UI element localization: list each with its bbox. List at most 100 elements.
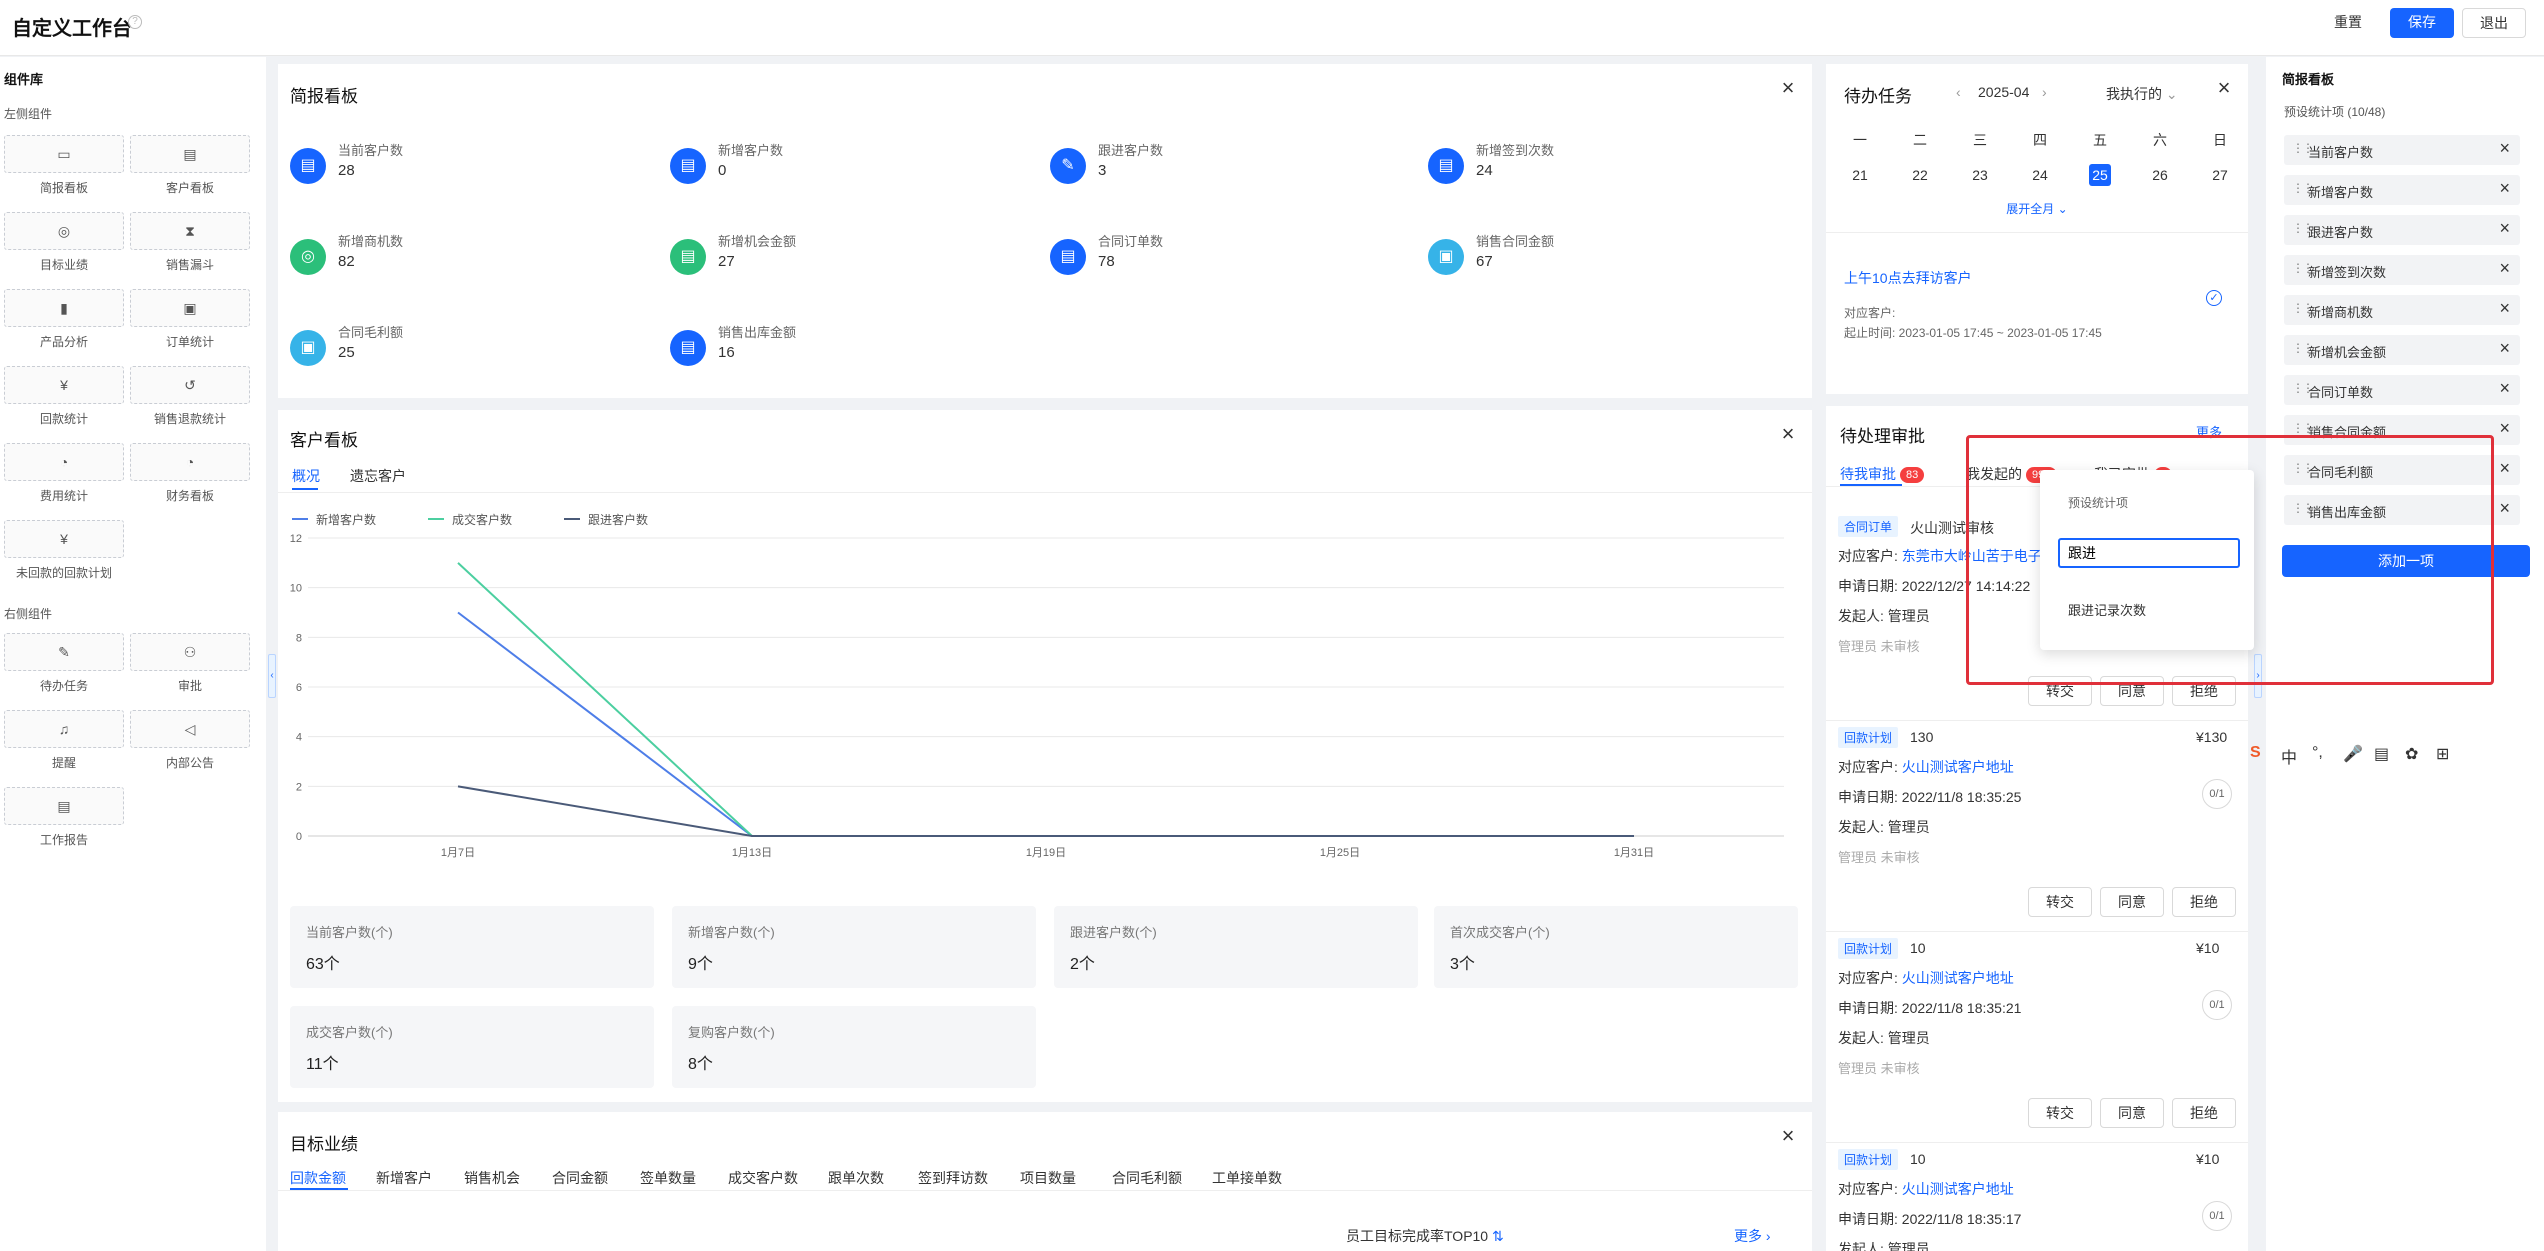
calendar-day[interactable]: 25 — [2089, 164, 2111, 186]
target-tab[interactable]: 回款金额 — [290, 1168, 346, 1188]
library-item[interactable]: ▣ — [130, 289, 250, 327]
close-icon[interactable]: × — [2499, 338, 2510, 359]
series-line[interactable] — [457, 562, 1634, 837]
agree-button[interactable]: 同意 — [2100, 1098, 2164, 1128]
transfer-button[interactable]: 转交 — [2028, 1098, 2092, 1128]
ime-button[interactable]: 🎤 — [2343, 744, 2363, 764]
tab-forgotten-customers[interactable]: 遗忘客户 — [350, 466, 406, 486]
library-item[interactable]: ▤ — [4, 787, 124, 825]
close-icon[interactable]: × — [2499, 258, 2510, 279]
target-tab[interactable]: 销售机会 — [464, 1168, 520, 1188]
ime-button[interactable]: °, — [2312, 744, 2323, 762]
target-tab[interactable]: 签到拜访数 — [918, 1168, 988, 1188]
question-circle-icon[interactable]: ? — [128, 15, 142, 29]
save-button[interactable]: 保存 — [2390, 8, 2454, 38]
reject-button[interactable]: 拒绝 — [2172, 1098, 2236, 1128]
tab-overview[interactable]: 概况 — [292, 466, 320, 486]
next-month-icon[interactable]: › — [2042, 84, 2047, 100]
library-item[interactable]: ◎ — [4, 212, 124, 250]
library-item[interactable]: ¥ — [4, 520, 124, 558]
stat-card[interactable]: ▤ 销售出库金额 16 — [670, 322, 1030, 382]
legend-label[interactable]: 新增客户数 — [316, 511, 376, 528]
calendar-day[interactable]: 21 — [1849, 164, 1871, 186]
close-icon[interactable]: × — [2499, 498, 2510, 519]
calendar-day[interactable]: 26 — [2149, 164, 2171, 186]
filter-select[interactable]: 我执行的 ⌄ — [2106, 84, 2178, 104]
library-item[interactable]: ◔ — [130, 443, 250, 481]
calendar-day[interactable]: 23 — [1969, 164, 1991, 186]
series-line[interactable] — [457, 785, 1634, 837]
config-item[interactable]: ⋮⋮ 新增机会金额 × — [2284, 335, 2520, 365]
collapse-left-handle[interactable]: ‹ — [268, 654, 276, 698]
library-item[interactable]: ♫ — [4, 710, 124, 748]
approval-tab[interactable]: 待我审批 83 — [1840, 464, 1925, 484]
config-item[interactable]: ⋮⋮ 新增商机数 × — [2284, 295, 2520, 325]
close-icon[interactable]: × — [2499, 458, 2510, 479]
config-item[interactable]: ⋮⋮ 当前客户数 × — [2284, 135, 2520, 165]
stat-card[interactable]: ◎ 新增商机数 82 — [290, 231, 650, 291]
close-icon[interactable]: × — [2499, 178, 2510, 199]
expand-month-link[interactable]: 展开全月 ⌄ — [1826, 200, 2248, 217]
close-icon[interactable]: × — [2499, 418, 2510, 439]
ime-button[interactable]: ⊞ — [2436, 744, 2449, 764]
agree-button[interactable]: 同意 — [2100, 887, 2164, 917]
stat-card[interactable]: ▤ 合同订单数 78 — [1050, 231, 1410, 291]
library-item[interactable]: ◁ — [130, 710, 250, 748]
reject-button[interactable]: 拒绝 — [2172, 887, 2236, 917]
legend-label[interactable]: 跟进客户数 — [588, 511, 648, 528]
close-icon[interactable]: × — [2499, 138, 2510, 159]
close-icon[interactable]: × — [1778, 423, 1798, 445]
task-title[interactable]: 上午10点去拜访客户 — [1844, 268, 1972, 288]
stat-card[interactable]: ▤ 新增客户数 0 — [670, 140, 1030, 200]
library-item[interactable]: ▮ — [4, 289, 124, 327]
library-item[interactable]: ¥ — [4, 366, 124, 404]
customer-link[interactable]: 火山测试客户地址 — [1902, 1181, 2014, 1197]
transfer-button[interactable]: 转交 — [2028, 887, 2092, 917]
library-item[interactable]: ↺ — [130, 366, 250, 404]
prev-month-icon[interactable]: ‹ — [1956, 84, 1961, 100]
sort-icon[interactable]: ⇅ — [1488, 1228, 1504, 1244]
stat-card[interactable]: ✎ 跟进客户数 3 — [1050, 140, 1410, 200]
target-tab[interactable]: 签单数量 — [640, 1168, 696, 1188]
target-tab[interactable]: 项目数量 — [1020, 1168, 1076, 1188]
calendar-day[interactable]: 22 — [1909, 164, 1931, 186]
target-tab[interactable]: 合同毛利额 — [1112, 1168, 1182, 1188]
config-item[interactable]: ⋮⋮ 跟进客户数 × — [2284, 215, 2520, 245]
library-item[interactable]: ▭ — [4, 135, 124, 173]
target-tab[interactable]: 工单接单数 — [1212, 1168, 1282, 1188]
exit-button[interactable]: 退出 — [2462, 8, 2526, 38]
ime-button[interactable]: ▤ — [2374, 744, 2389, 764]
more-link[interactable]: 更多 › — [1734, 1226, 1771, 1246]
ime-button[interactable]: ✿ — [2405, 744, 2418, 764]
customer-link[interactable]: 火山测试客户地址 — [1902, 759, 2014, 775]
close-icon[interactable]: × — [1778, 77, 1798, 99]
legend-label[interactable]: 成交客户数 — [452, 511, 512, 528]
close-icon[interactable]: × — [2499, 218, 2510, 239]
config-item[interactable]: ⋮⋮ 新增客户数 × — [2284, 175, 2520, 205]
library-item[interactable]: ▤ — [130, 135, 250, 173]
ime-button[interactable]: 中 — [2281, 744, 2297, 768]
library-item[interactable]: ◔ — [4, 443, 124, 481]
library-item[interactable]: ⧗ — [130, 212, 250, 250]
target-tab[interactable]: 跟单次数 — [828, 1168, 884, 1188]
check-circle-icon[interactable]: ✓ — [2206, 290, 2222, 306]
stat-card[interactable]: ▤ 新增机会金额 27 — [670, 231, 1030, 291]
calendar-day[interactable]: 27 — [2209, 164, 2231, 186]
reset-button[interactable]: 重置 — [2318, 8, 2378, 38]
calendar-day[interactable]: 24 — [2029, 164, 2051, 186]
config-item[interactable]: ⋮⋮ 新增签到次数 × — [2284, 255, 2520, 285]
series-line[interactable] — [457, 611, 1634, 837]
close-icon[interactable]: × — [2499, 298, 2510, 319]
customer-link[interactable]: 火山测试客户地址 — [1902, 970, 2014, 986]
stat-card[interactable]: ▣ 合同毛利额 25 — [290, 322, 650, 382]
target-tab[interactable]: 新增客户 — [376, 1168, 432, 1188]
target-tab[interactable]: 成交客户数 — [728, 1168, 798, 1188]
library-item[interactable]: ⚇ — [130, 633, 250, 671]
stat-card[interactable]: ▤ 当前客户数 28 — [290, 140, 650, 200]
target-tab[interactable]: 合同金额 — [552, 1168, 608, 1188]
stat-card[interactable]: ▤ 新增签到次数 24 — [1428, 140, 1788, 200]
stat-card[interactable]: ▣ 销售合同金额 67 — [1428, 231, 1788, 291]
close-icon[interactable]: × — [2499, 378, 2510, 399]
close-icon[interactable]: × — [2214, 77, 2234, 99]
config-item[interactable]: ⋮⋮ 合同订单数 × — [2284, 375, 2520, 405]
